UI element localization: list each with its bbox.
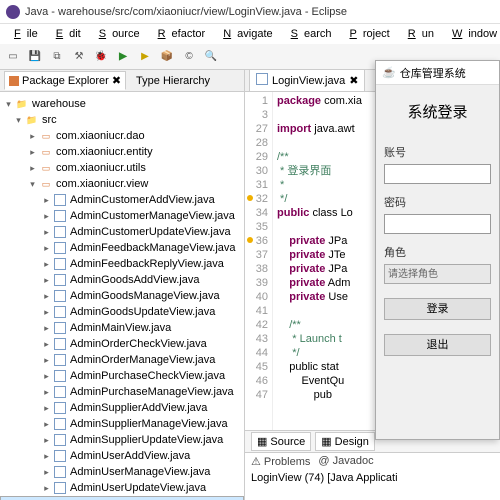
tree-file[interactable]: ▸AdminUserUpdateView.java [0, 480, 244, 496]
window-title: Java - warehouse/src/com/xiaoniucr/view/… [25, 6, 347, 18]
console-text: LoginView (74) [Java Applicati [251, 472, 494, 484]
tree-file[interactable]: ▸AdminPurchaseManageView.java [0, 384, 244, 400]
tree-file[interactable]: ▸AdminUserManageView.java [0, 464, 244, 480]
dialog-title: 仓库管理系统 [400, 65, 466, 81]
tree-project[interactable]: ▾📁warehouse [0, 96, 244, 112]
menubar: FileEditSourceRefactorNavigateSearchProj… [0, 24, 500, 44]
tab-type-hierarchy[interactable]: Type Hierarchy [132, 73, 214, 89]
login-button[interactable]: 登录 [384, 298, 491, 320]
tree-file[interactable]: ▸LoginView.java [0, 496, 244, 500]
tree-file[interactable]: ▸AdminSupplierAddView.java [0, 400, 244, 416]
tree-file[interactable]: ▸AdminGoodsManageView.java [0, 288, 244, 304]
tree-file[interactable]: ▸AdminFeedbackManageView.java [0, 240, 244, 256]
menu-source[interactable]: Source [87, 26, 146, 42]
tree-file[interactable]: ▸AdminOrderCheckView.java [0, 336, 244, 352]
tree-pkg-3[interactable]: ▾▭com.xiaoniucr.view [0, 176, 244, 192]
save-icon[interactable]: 💾 [26, 48, 44, 66]
tree-file[interactable]: ▸AdminGoodsUpdateView.java [0, 304, 244, 320]
exit-button[interactable]: 退出 [384, 334, 491, 356]
problems-panel: ⚠ Problems @ Javadoc LoginView (74) [Jav… [245, 452, 500, 500]
design-tab[interactable]: ▦ Design [315, 432, 375, 451]
tree-src[interactable]: ▾📁src [0, 112, 244, 128]
username-input[interactable] [384, 164, 491, 184]
source-tab[interactable]: ▦ Source [251, 432, 311, 451]
tab-package-explorer[interactable]: Package Explorer ✖ [4, 71, 126, 90]
role-select[interactable]: 请选择角色 [384, 264, 491, 284]
tree-file[interactable]: ▸AdminMainView.java [0, 320, 244, 336]
menu-window[interactable]: Window [440, 26, 500, 42]
tree-file[interactable]: ▸AdminPurchaseCheckView.java [0, 368, 244, 384]
tree-file[interactable]: ▸AdminOrderManageView.java [0, 352, 244, 368]
package-explorer-panel: Package Explorer ✖ Type Hierarchy ▾📁ware… [0, 70, 245, 500]
username-label: 账号 [384, 144, 491, 160]
open-type-icon[interactable]: 🔍 [202, 48, 220, 66]
tree-file[interactable]: ▸AdminSupplierManageView.java [0, 416, 244, 432]
tree-file[interactable]: ▸AdminCustomerUpdateView.java [0, 224, 244, 240]
new-package-icon[interactable]: 📦 [158, 48, 176, 66]
login-dialog: ☕ 仓库管理系统 系统登录 账号 密码 角色 请选择角色 登录 退出 [375, 60, 500, 440]
password-input[interactable] [384, 214, 491, 234]
debug-icon[interactable]: 🐞 [92, 48, 110, 66]
problems-tab[interactable]: ⚠ Problems [251, 455, 310, 468]
build-icon[interactable]: ⚒ [70, 48, 88, 66]
menu-edit[interactable]: Edit [44, 26, 87, 42]
coverage-icon[interactable]: ▶ [136, 48, 154, 66]
tree-file[interactable]: ▸AdminFeedbackReplyView.java [0, 256, 244, 272]
menu-search[interactable]: Search [279, 26, 338, 42]
eclipse-icon [6, 5, 20, 19]
javadoc-tab[interactable]: @ Javadoc [318, 455, 373, 468]
new-icon[interactable]: ▭ [4, 48, 22, 66]
menu-run[interactable]: Run [396, 26, 440, 42]
tree-file[interactable]: ▸AdminGoodsAddView.java [0, 272, 244, 288]
save-all-icon[interactable]: ⧉ [48, 48, 66, 66]
tree-pkg-0[interactable]: ▸▭com.xiaoniucr.dao [0, 128, 244, 144]
tree-pkg-2[interactable]: ▸▭com.xiaoniucr.utils [0, 160, 244, 176]
menu-refactor[interactable]: Refactor [146, 26, 212, 42]
package-tree[interactable]: ▾📁warehouse▾📁src▸▭com.xiaoniucr.dao▸▭com… [0, 92, 244, 500]
dialog-header: 系统登录 [384, 95, 491, 134]
tree-file[interactable]: ▸AdminCustomerManageView.java [0, 208, 244, 224]
role-label: 角色 [384, 244, 491, 260]
new-class-icon[interactable]: © [180, 48, 198, 66]
tree-file[interactable]: ▸AdminSupplierUpdateView.java [0, 432, 244, 448]
menu-file[interactable]: File [2, 26, 44, 42]
tree-pkg-1[interactable]: ▸▭com.xiaoniucr.entity [0, 144, 244, 160]
editor-tab[interactable]: LoginView.java ✖ [249, 69, 365, 91]
menu-navigate[interactable]: Navigate [211, 26, 278, 42]
password-label: 密码 [384, 194, 491, 210]
java-file-icon [256, 73, 268, 88]
run-icon[interactable]: ▶ [114, 48, 132, 66]
package-icon [9, 76, 19, 86]
window-titlebar: Java - warehouse/src/com/xiaoniucr/view/… [0, 0, 500, 24]
tree-file[interactable]: ▸AdminCustomerAddView.java [0, 192, 244, 208]
dialog-icon: ☕ [382, 66, 396, 79]
menu-project[interactable]: Project [338, 26, 396, 42]
tree-file[interactable]: ▸AdminUserAddView.java [0, 448, 244, 464]
